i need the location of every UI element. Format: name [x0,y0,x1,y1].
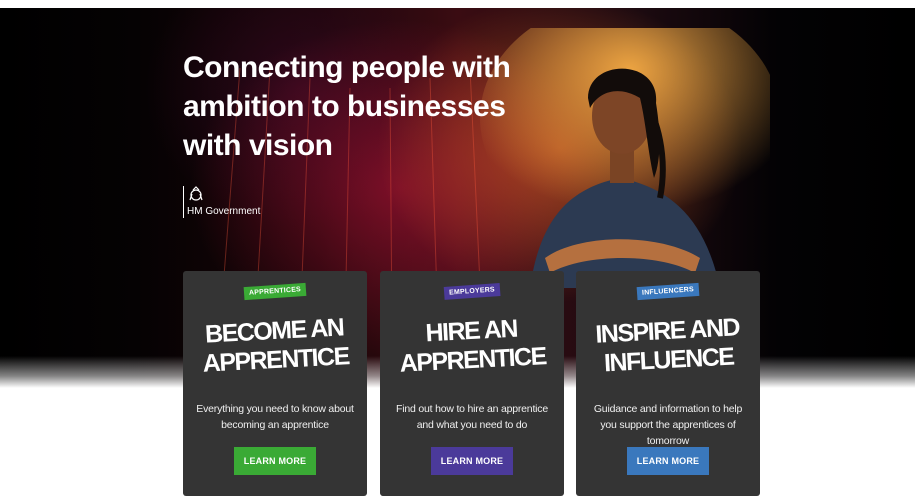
royal-crest-icon [189,186,203,201]
card-description: Guidance and information to help you sup… [593,403,743,447]
card-tag: APPRENTICES [243,282,307,301]
learn-more-button[interactable]: LEARN MORE [234,447,316,475]
card-tag: INFLUENCERS [636,282,700,301]
card-title: BECOME AN APPRENTICE [182,312,369,380]
card-influencers: INFLUENCERS INSPIRE AND INFLUENCE Guidan… [576,271,760,496]
hm-government-logo: HM Government [183,186,260,218]
learn-more-button[interactable]: LEARN MORE [627,447,709,475]
hero-headline: Connecting people with ambition to busin… [183,51,511,162]
card-tag: EMPLOYERS [443,283,501,300]
card-description: Everything you need to know about becomi… [196,403,354,431]
card-apprentices: APPRENTICES BECOME AN APPRENTICE Everyth… [183,271,367,496]
card-title: HIRE AN APPRENTICE [379,312,566,380]
card-employers: EMPLOYERS HIRE AN APPRENTICE Find out ho… [380,271,564,496]
card-description: Find out how to hire an apprentice and w… [396,403,548,431]
card-title: INSPIRE AND INFLUENCE [575,312,762,380]
learn-more-button[interactable]: LEARN MORE [431,447,513,475]
hm-government-label: HM Government [187,206,261,217]
logo-divider [183,186,184,218]
